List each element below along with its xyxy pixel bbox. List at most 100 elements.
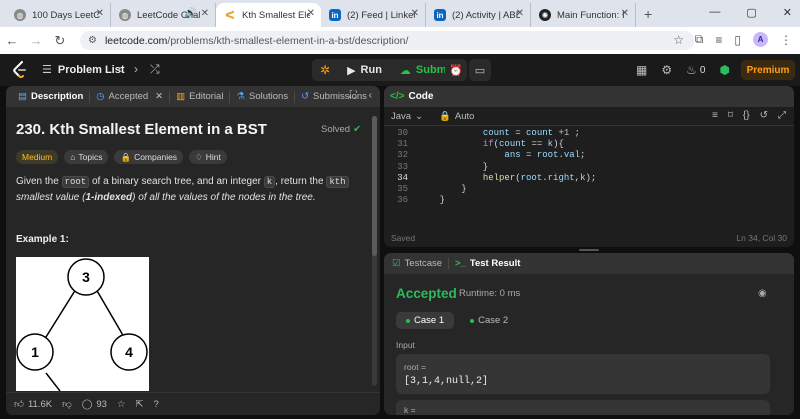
history-icon: ↺: [301, 91, 310, 102]
timer-button[interactable]: ⏰: [445, 59, 467, 81]
code-editor[interactable]: 30 count = count +1 ; 31 if(count == k){…: [384, 128, 794, 206]
browser-tab-2[interactable]: ◍ LeetCode Chal 🔊 ✕: [111, 3, 216, 27]
linkedin-icon: in: [329, 9, 341, 21]
forward-icon[interactable]: →: [24, 33, 48, 48]
bookmark-icon[interactable]: ⌑: [728, 110, 733, 121]
case-1-tab[interactable]: Case 1: [396, 312, 455, 329]
language-label: Java: [391, 110, 412, 122]
runtime-info: Runtime: 0 ms: [459, 288, 521, 299]
settings-gear-icon[interactable]: ⚙: [661, 63, 672, 77]
tree-edge: [95, 288, 125, 338]
description-panel: ▤ Description ◷ Accepted ✕ ▥ Editorial ⚗…: [6, 86, 380, 415]
close-icon[interactable]: ✕: [201, 8, 209, 19]
reset-icon[interactable]: ↺: [760, 110, 768, 121]
problem-list-button[interactable]: ☰ Problem List: [42, 63, 125, 77]
case-label: Case 1: [414, 315, 445, 326]
share-icon[interactable]: ⇱: [135, 399, 143, 410]
bookmark-star-icon[interactable]: ☆: [673, 33, 684, 47]
thumbs-up-icon: 👍︎: [14, 399, 24, 410]
prev-problem-icon[interactable]: ‹: [118, 62, 122, 77]
close-icon[interactable]: ✕: [621, 8, 629, 19]
premium-button[interactable]: Premium: [741, 60, 795, 80]
code-text: }: [418, 195, 446, 206]
extensions-icon[interactable]: ⧉: [695, 32, 704, 47]
run-submit-group: ✲ ▶ Run ☁ Submit: [312, 59, 463, 81]
tab-title: Kth Smallest Eleme: [242, 9, 310, 21]
audio-icon[interactable]: 🔊: [185, 8, 197, 19]
maximize-panel-icon[interactable]: ⛶: [350, 90, 357, 101]
comments-button[interactable]: ◯ 93: [82, 399, 107, 410]
check-circle-icon: ✔: [353, 124, 362, 135]
shuffle-icon[interactable]: ⤮: [150, 62, 160, 77]
description-scrollbar[interactable]: [372, 116, 377, 386]
close-icon[interactable]: ✕: [307, 8, 315, 19]
side-panel-icon[interactable]: ▯: [734, 33, 741, 47]
format-icon[interactable]: ≡: [712, 110, 718, 121]
media-icon[interactable]: ≡: [715, 33, 722, 47]
eye-icon[interactable]: ◉: [758, 288, 767, 299]
tab-test-result[interactable]: >_ Test Result: [449, 258, 520, 269]
dislike-icon[interactable]: 👎︎: [62, 398, 72, 410]
companies-chip[interactable]: 🔒 Companies: [114, 150, 184, 164]
language-select[interactable]: Java ⌄: [391, 111, 423, 122]
layout-icon[interactable]: ▦: [636, 63, 647, 77]
minimize-icon[interactable]: —: [709, 6, 720, 19]
close-icon[interactable]: ✕: [516, 8, 524, 19]
site-info-icon[interactable]: ⚙: [88, 35, 97, 46]
close-tab-icon[interactable]: ✕: [155, 91, 163, 102]
code-line: 35 }: [384, 184, 794, 195]
maximize-icon[interactable]: ▢: [746, 6, 756, 19]
reload-icon[interactable]: ↻: [48, 33, 72, 49]
browser-tab-1[interactable]: ◍ 100 Days LeetCode ✕: [6, 3, 111, 27]
case-2-tab[interactable]: Case 2: [460, 312, 518, 329]
url-input[interactable]: ⚙ leetcode.com/problems/kth-smallest-ele…: [80, 31, 694, 50]
chevron-down-icon: ⌄: [415, 110, 424, 122]
menu-icon[interactable]: ⋮: [780, 33, 792, 47]
address-bar: ← → ↻ ⚙ leetcode.com/problems/kth-smalle…: [0, 27, 800, 54]
help-icon[interactable]: ?: [153, 399, 158, 410]
debug-icon[interactable]: ✲: [312, 63, 338, 77]
star-icon[interactable]: ☆: [117, 399, 126, 410]
tab-editorial[interactable]: ▥ Editorial: [170, 90, 231, 103]
browser-tab-6[interactable]: ✺ Main Function: Int ✕: [531, 3, 636, 27]
lightbulb-icon: ♢: [195, 151, 203, 162]
notes-button[interactable]: ▭: [469, 59, 491, 81]
braces-icon[interactable]: {}: [743, 110, 750, 121]
tab-accepted[interactable]: ◷ Accepted ✕: [90, 90, 171, 103]
tab-testcase[interactable]: ☑ Testcase: [392, 258, 450, 269]
streak-counter[interactable]: ♨ 0: [686, 63, 705, 77]
browser-tab-5[interactable]: in (2) Activity | ABDU ✕: [426, 3, 531, 27]
close-icon[interactable]: ✕: [411, 8, 419, 19]
tab-solutions[interactable]: ⚗ Solutions: [230, 90, 296, 103]
chatgpt-icon: ✺: [539, 9, 551, 21]
code-line: 32 ans = root.val;: [384, 150, 794, 161]
auto-mode-toggle[interactable]: 🔒 Auto: [439, 111, 474, 122]
like-button[interactable]: 👍︎ 11.6K: [14, 398, 53, 411]
browser-tab-4[interactable]: in (2) Feed | LinkedIn ✕: [321, 3, 426, 27]
code-text: ans = root.val;: [504, 150, 586, 161]
browser-tab-3[interactable]: ᐸ Kth Smallest Eleme ✕: [216, 3, 321, 27]
leetcode-logo-icon[interactable]: [12, 61, 28, 79]
line-number: 33: [397, 161, 408, 172]
code-icon: </>: [390, 91, 405, 102]
code-line: 30 count = count +1 ;: [384, 128, 794, 139]
profile-badge-icon[interactable]: ⬢: [719, 63, 729, 77]
linkedin-icon: in: [434, 9, 446, 21]
run-button[interactable]: ▶ Run: [338, 59, 391, 81]
next-problem-icon[interactable]: ›: [134, 62, 138, 77]
collapse-panel-icon[interactable]: ‹: [369, 90, 372, 101]
like-count: 11.6K: [27, 398, 53, 410]
tab-description[interactable]: ▤ Description: [12, 90, 91, 103]
expand-icon[interactable]: ⤢: [778, 110, 786, 121]
scrollbar-thumb[interactable]: [372, 116, 377, 256]
avatar[interactable]: A: [753, 32, 768, 47]
close-window-icon[interactable]: ✕: [783, 6, 792, 19]
close-icon[interactable]: ✕: [96, 8, 104, 19]
new-tab-button[interactable]: +: [644, 6, 652, 22]
resize-grip[interactable]: [579, 249, 599, 251]
topics-chip[interactable]: ⌂ Topics: [64, 150, 109, 164]
hint-chip[interactable]: ♢ Hint: [189, 150, 227, 164]
tab-title: Main Function: Int: [557, 9, 625, 21]
fire-icon: ♨: [686, 63, 697, 77]
back-icon[interactable]: ←: [0, 33, 24, 48]
